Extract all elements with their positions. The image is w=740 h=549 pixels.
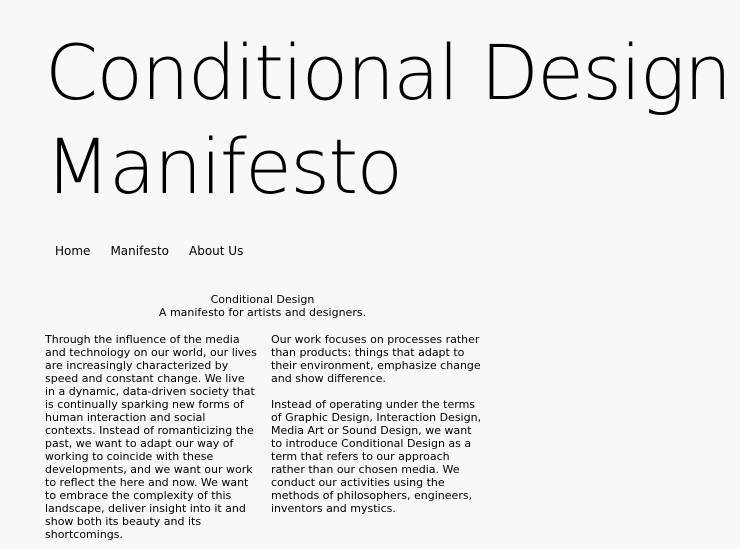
- left-paragraph-1: Through the influence of the media and t…: [45, 333, 257, 541]
- right-paragraph-2: Instead of operating under the terms of …: [271, 398, 482, 515]
- nav-item-home: Home: [55, 243, 90, 259]
- page: Conditional Design Manifesto Home Manife…: [0, 0, 740, 549]
- intro-block: Conditional Design A manifesto for artis…: [45, 293, 480, 319]
- site-title-line-2: Manifesto: [45, 122, 403, 211]
- site-title-line-1: Conditional Design: [45, 28, 732, 117]
- site-title: Conditional Design Manifesto: [45, 26, 732, 214]
- right-column: Our work focuses on processes rather tha…: [271, 333, 483, 528]
- nav-link-manifesto[interactable]: Manifesto: [110, 244, 169, 258]
- intro-title: Conditional Design: [210, 293, 315, 306]
- right-paragraph-1: Our work focuses on processes rather tha…: [271, 333, 481, 385]
- left-column: Through the influence of the media and t…: [45, 333, 257, 549]
- nav-link-about-us[interactable]: About Us: [189, 244, 243, 258]
- main-nav: Home Manifesto About Us: [55, 243, 243, 259]
- intro-subtitle: A manifesto for artists and designers.: [158, 306, 367, 319]
- nav-link-home[interactable]: Home: [55, 244, 90, 258]
- nav-item-about-us: About Us: [189, 243, 243, 259]
- nav-item-manifesto: Manifesto: [110, 243, 169, 259]
